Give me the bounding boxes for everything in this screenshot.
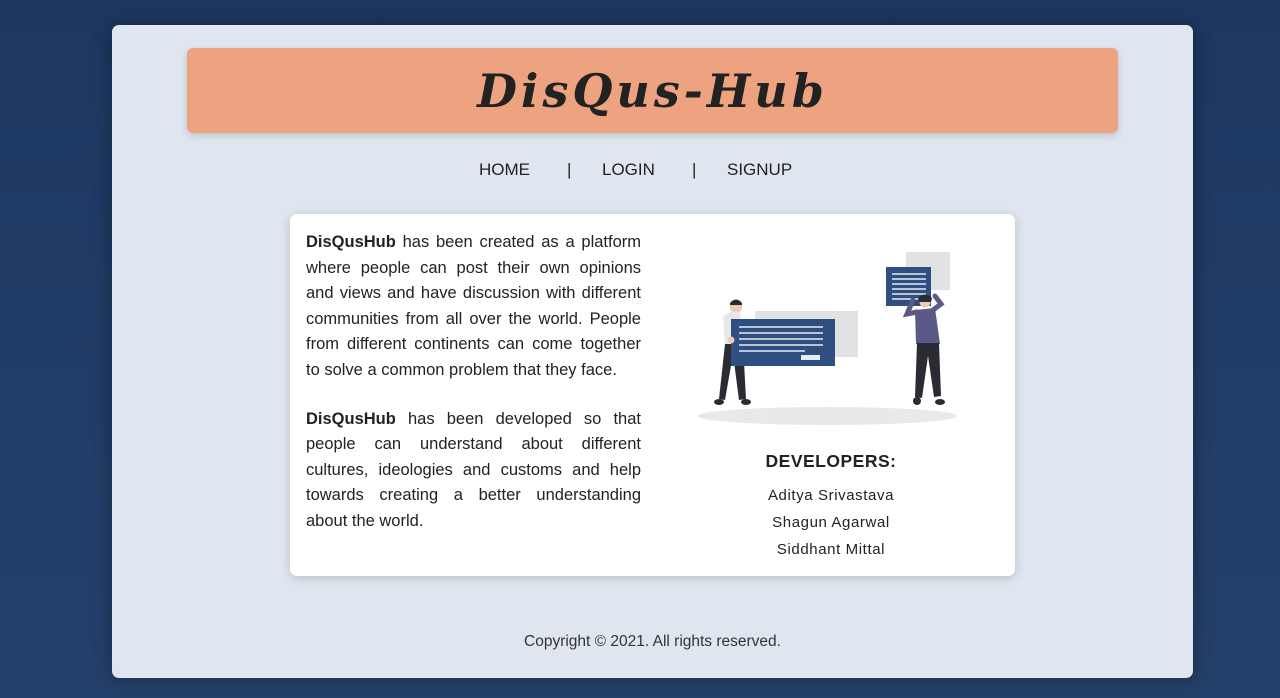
nav-signup-link[interactable]: SIGNUP [727,158,792,182]
developer-name: Shagun Agarwal [772,514,890,531]
brand-name: DisQusHub [306,409,396,428]
nav-login-link[interactable]: LOGIN [602,158,655,182]
header-banner: DisQus-Hub [187,48,1118,133]
nav-separator: | [567,160,572,179]
developer-name: Aditya Srivastava [767,487,895,504]
about-paragraph-text: has been created as a platform where peo… [306,233,641,379]
main-nav: HOME | LOGIN | SIGNUP [112,158,1193,182]
brand-name: DisQusHub [306,233,396,251]
site-title: DisQus-Hub [477,63,828,118]
nav-home-link[interactable]: HOME [479,158,530,182]
developers-heading: DEVELOPERS: [765,451,897,471]
about-paragraph: DisQusHub has been created as a platform… [306,230,641,384]
page-card: DisQus-Hub HOME | LOGIN | SIGNUP DisQusH… [112,25,1193,678]
nav-separator: | [692,160,697,179]
discussion-illustration [697,252,957,425]
about-text: DisQusHub has been created as a platform… [306,230,641,558]
developer-name: Siddhant Mittal [776,541,886,558]
developers-section: DEVELOPERS: Aditya Srivastava Shagun Aga… [690,451,972,563]
footer-copyright: Copyright © 2021. All rights reserved. [524,633,781,650]
about-card: DisQusHub has been created as a platform… [290,214,1015,576]
about-paragraph: DisQusHub has been developed so that peo… [306,407,641,535]
